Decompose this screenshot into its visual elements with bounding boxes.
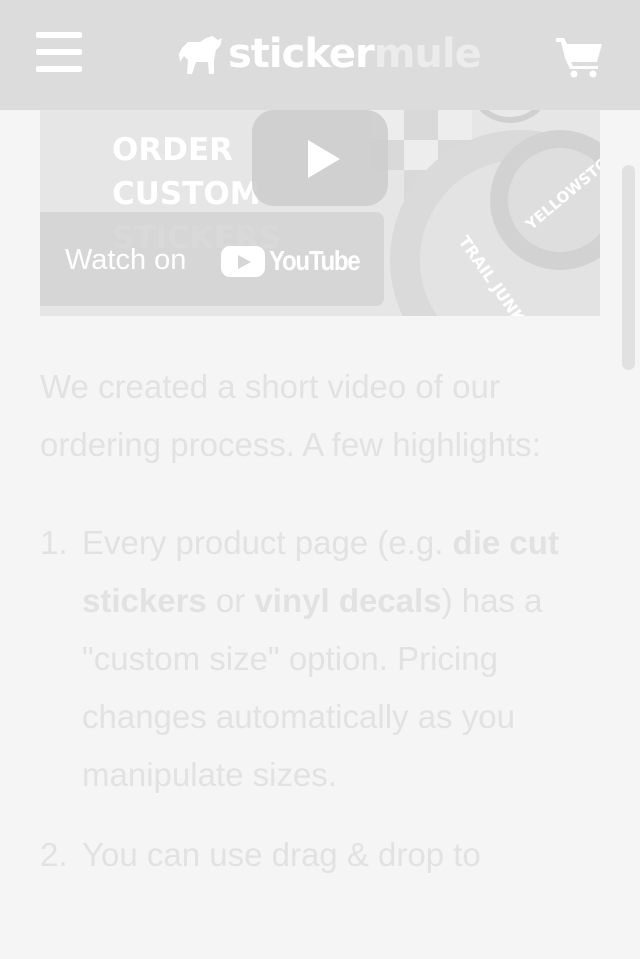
- step-text: Every product page (e.g.: [82, 524, 453, 561]
- watch-on-youtube-button[interactable]: Watch on YouTube: [40, 212, 384, 306]
- play-icon[interactable]: [252, 110, 388, 206]
- list-item: 1. Every product page (e.g. die cut stic…: [40, 514, 580, 804]
- article-body: We created a short video of our ordering…: [40, 358, 580, 906]
- youtube-icon: [221, 245, 265, 277]
- page: TRAIL JUNKIE YELLOWSTONE ORDER CUSTOM ST…: [0, 0, 640, 959]
- intro-paragraph: We created a short video of our ordering…: [40, 368, 541, 463]
- sticker-mule-logo[interactable]: stickermule: [178, 28, 482, 80]
- list-number: 2.: [40, 836, 68, 873]
- watch-on-label: Watch on: [65, 244, 187, 276]
- step-text: You can use drag & drop to: [82, 836, 481, 873]
- logo-text-mule: mule: [373, 31, 482, 77]
- mule-icon: [179, 36, 222, 74]
- vinyl-decals-link[interactable]: vinyl decals: [254, 582, 441, 619]
- logo-text-sticker: sticker: [228, 31, 375, 77]
- list-number: 1.: [40, 524, 68, 561]
- shopping-cart-icon[interactable]: [556, 34, 604, 78]
- youtube-logo: YouTube: [221, 245, 374, 277]
- step-text: or: [206, 582, 255, 619]
- hamburger-menu-icon[interactable]: [36, 32, 82, 72]
- site-header: stickermule: [0, 0, 640, 110]
- list-item: 2. You can use drag & drop to: [40, 826, 580, 884]
- scrollbar-thumb[interactable]: [622, 165, 635, 370]
- youtube-wordmark: YouTube: [269, 245, 361, 276]
- highlights-list: 1. Every product page (e.g. die cut stic…: [40, 514, 580, 884]
